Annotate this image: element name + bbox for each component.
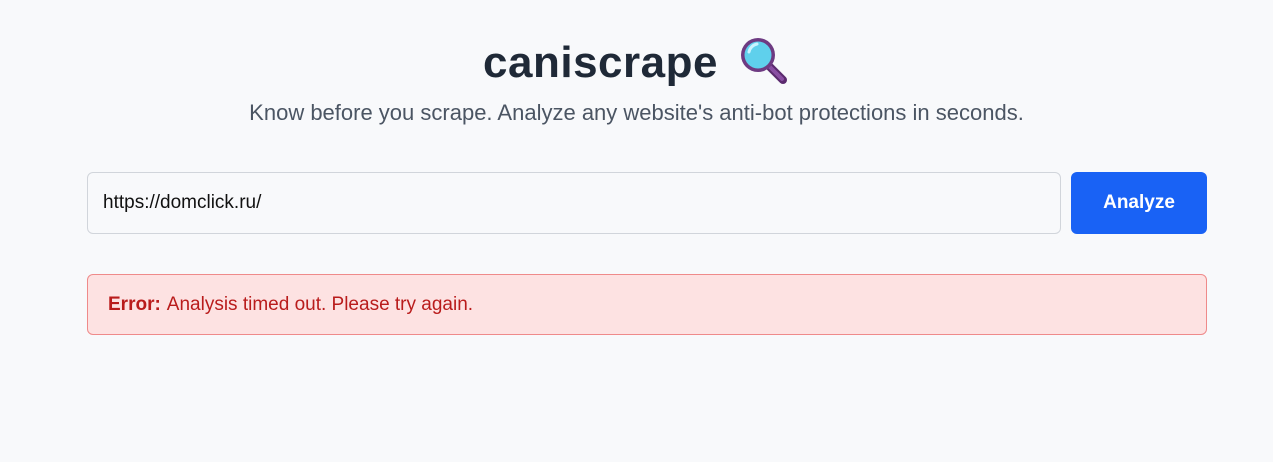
url-input[interactable]: [87, 172, 1061, 234]
header: caniscrape Know before you scrape. Analy…: [0, 34, 1273, 126]
search-row: Analyze: [87, 172, 1207, 234]
subtitle: Know before you scrape. Analyze any webs…: [249, 100, 1024, 125]
analyze-button[interactable]: Analyze: [1071, 172, 1207, 234]
page-title: caniscrape: [483, 38, 718, 87]
error-message-box: Error: Analysis timed out. Please try ag…: [87, 274, 1207, 335]
error-text: Analysis timed out. Please try again.: [166, 293, 474, 315]
title-row: caniscrape: [0, 34, 1273, 92]
magnifying-glass-icon: [738, 35, 790, 87]
error-label: Error:: [108, 293, 161, 315]
